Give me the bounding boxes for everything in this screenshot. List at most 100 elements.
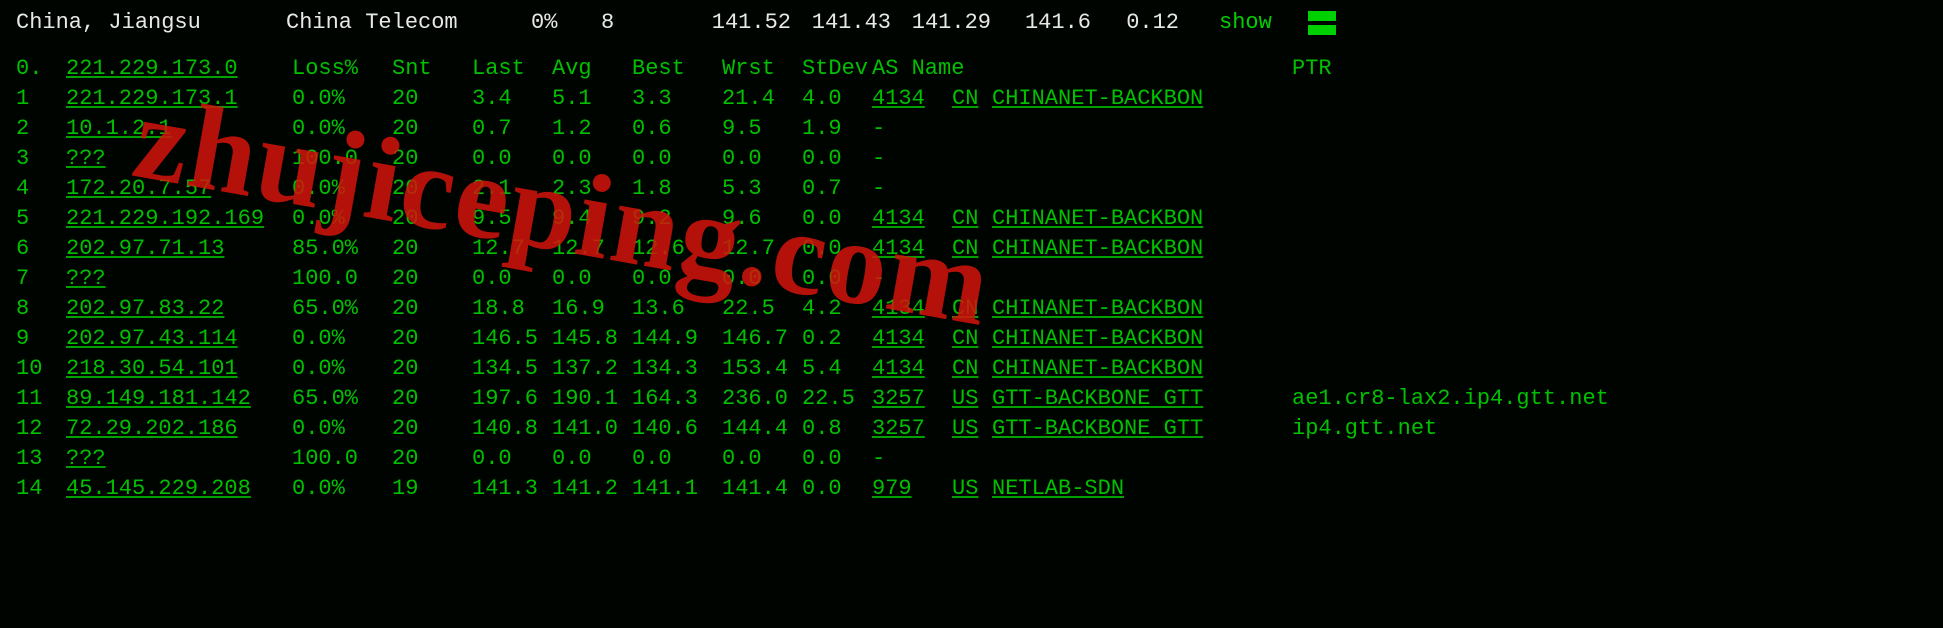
show-button[interactable]: show [1219,8,1272,38]
hop-loss: 100.0 [292,144,392,174]
hop-stdev: 0.0 [802,204,872,234]
hop-ip[interactable]: 89.149.181.142 [66,384,292,414]
hop-wrst: 0.0 [722,444,802,474]
hop-stdev: 0.0 [802,264,872,294]
hop-index: 8 [16,294,66,324]
header-ip: 221.229.173.0 [66,54,292,84]
hop-country [952,444,992,474]
hop-ip[interactable]: 202.97.83.22 [66,294,292,324]
hop-asn[interactable]: 4134 [872,294,952,324]
summary-ping: 141.6 [991,8,1091,38]
hop-best: 12.6 [632,234,722,264]
hop-country [952,114,992,144]
hop-stdev: 4.2 [802,294,872,324]
hop-index: 7 [16,264,66,294]
summary-bar: China, Jiangsu China Telecom 0% 8 141.52… [16,6,1927,44]
hop-stdev: 4.0 [802,84,872,114]
hop-asn[interactable]: 3257 [872,384,952,414]
hop-asname [992,444,1292,474]
hop-last: 9.5 [472,204,552,234]
hop-last: 197.6 [472,384,552,414]
hop-index: 9 [16,324,66,354]
hop-country: CN [952,354,992,384]
hop-best: 141.1 [632,474,722,504]
hop-index: 5 [16,204,66,234]
hop-wrst: 146.7 [722,324,802,354]
hop-avg: 0.0 [552,444,632,474]
hop-snt: 19 [392,474,472,504]
hop-snt: 20 [392,174,472,204]
hop-snt: 20 [392,324,472,354]
hop-asn[interactable]: 979 [872,474,952,504]
hop-asname: CHINANET-BACKBON [992,324,1292,354]
hop-asname [992,264,1292,294]
table-row: 10218.30.54.1010.0%20134.5137.2134.3153.… [16,354,1692,384]
table-row: 1221.229.173.10.0%203.45.13.321.44.04134… [16,84,1692,114]
hop-ptr [1292,114,1692,144]
hop-snt: 20 [392,84,472,114]
table-row: 13???100.0200.00.00.00.00.0- [16,444,1692,474]
hop-asn[interactable]: 4134 [872,84,952,114]
hop-ptr [1292,324,1692,354]
hop-ip[interactable]: 45.145.229.208 [66,474,292,504]
hop-best: 144.9 [632,324,722,354]
summary-sent: 8 [601,8,691,38]
hop-best: 0.6 [632,114,722,144]
hop-index: 13 [16,444,66,474]
hop-index: 11 [16,384,66,414]
hop-ip[interactable]: 172.20.7.57 [66,174,292,204]
hop-country: US [952,384,992,414]
summary-ping-group: 141.52 141.43 141.29 141.6 [691,8,1091,38]
hop-wrst: 12.7 [722,234,802,264]
hop-asn[interactable]: 4134 [872,234,952,264]
hop-ip[interactable]: 10.1.2.1 [66,114,292,144]
table-header-row: 0. 221.229.173.0 Loss% Snt Last Avg Best… [16,54,1692,84]
hop-asn[interactable]: 4134 [872,204,952,234]
hop-stdev: 0.0 [802,234,872,264]
hop-ip[interactable]: ??? [66,444,292,474]
header-last: Last [472,54,552,84]
hop-avg: 2.3 [552,174,632,204]
hop-ptr [1292,444,1692,474]
hop-ip[interactable]: ??? [66,144,292,174]
hop-wrst: 22.5 [722,294,802,324]
hop-stdev: 1.9 [802,114,872,144]
summary-ping: 141.43 [791,8,891,38]
hop-asn[interactable]: 4134 [872,354,952,384]
hop-wrst: 0.0 [722,264,802,294]
hop-ptr [1292,204,1692,234]
hop-asn: - [872,264,952,294]
hop-ip[interactable]: 202.97.43.114 [66,324,292,354]
hop-ip[interactable]: 221.229.192.169 [66,204,292,234]
hop-index: 12 [16,414,66,444]
hop-ptr [1292,84,1692,114]
hop-asn[interactable]: 3257 [872,414,952,444]
hop-loss: 0.0% [292,204,392,234]
hop-loss: 0.0% [292,414,392,444]
summary-loss: 0% [531,8,601,38]
hop-wrst: 141.4 [722,474,802,504]
header-snt: Snt [392,54,472,84]
hop-ptr [1292,294,1692,324]
header-stdev: StDev [802,54,872,84]
hop-loss: 65.0% [292,384,392,414]
hop-last: 2.1 [472,174,552,204]
hop-asn: - [872,144,952,174]
hop-ip[interactable]: 72.29.202.186 [66,414,292,444]
hop-ip[interactable]: ??? [66,264,292,294]
hop-country: CN [952,294,992,324]
table-row: 1189.149.181.14265.0%20197.6190.1164.323… [16,384,1692,414]
hop-ip[interactable]: 221.229.173.1 [66,84,292,114]
hop-asname: CHINANET-BACKBON [992,354,1292,384]
hop-asname: CHINANET-BACKBON [992,294,1292,324]
hop-country: US [952,474,992,504]
hop-country: CN [952,204,992,234]
hop-ip[interactable]: 218.30.54.101 [66,354,292,384]
hop-asn[interactable]: 4134 [872,324,952,354]
hop-ip[interactable]: 202.97.71.13 [66,234,292,264]
table-row: 9202.97.43.1140.0%20146.5145.8144.9146.7… [16,324,1692,354]
hop-wrst: 9.6 [722,204,802,234]
hop-last: 12.7 [472,234,552,264]
hop-avg: 12.7 [552,234,632,264]
hop-ptr: ae1.cr8-lax2.ip4.gtt.net [1292,384,1692,414]
